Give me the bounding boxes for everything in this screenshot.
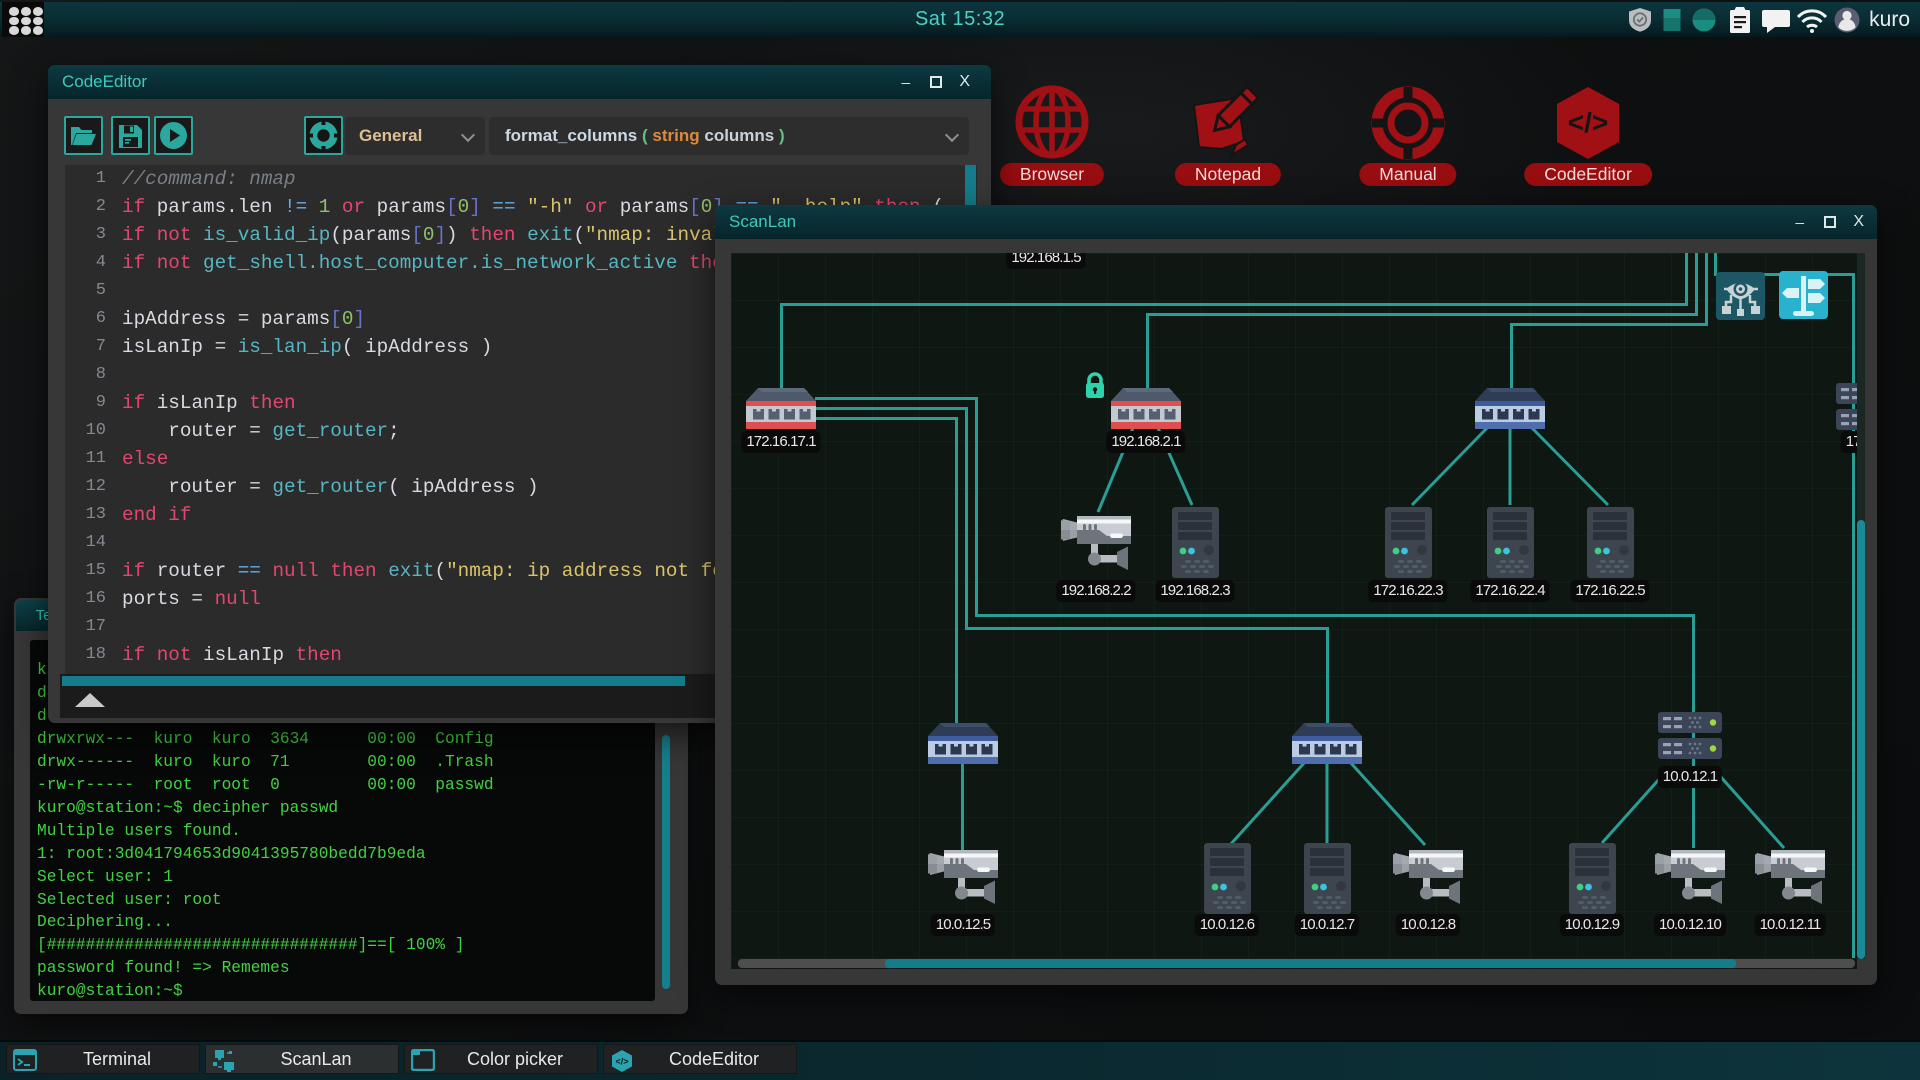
svg-text:</>: </> xyxy=(615,1057,628,1067)
svg-text:</>: </> xyxy=(1568,107,1608,138)
